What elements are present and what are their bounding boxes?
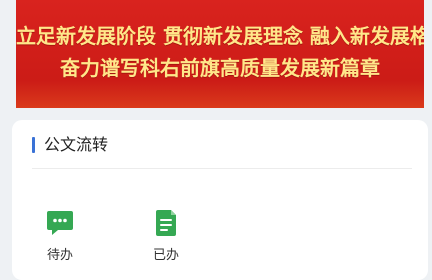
section-header: 公文流转 bbox=[32, 134, 392, 156]
document-flow-card: 公文流转 待办 已办 bbox=[12, 120, 428, 280]
chat-bubble-icon bbox=[47, 211, 73, 235]
done-item[interactable]: 已办 bbox=[136, 208, 196, 263]
pending-item[interactable]: 待办 bbox=[30, 208, 90, 263]
section-title: 公文流转 bbox=[44, 135, 109, 154]
done-label: 已办 bbox=[152, 248, 179, 263]
banner: 立足新发展阶段 贯彻新发展理念 融入新发展格局 奋力谱写科右前旗高质量发展新篇章 bbox=[16, 0, 424, 108]
section-accent-bar bbox=[32, 137, 35, 153]
pending-label: 待办 bbox=[46, 248, 73, 263]
document-icon bbox=[156, 210, 176, 236]
banner-slogan-line1: 立足新发展阶段 贯彻新发展理念 融入新发展格局 bbox=[16, 24, 424, 48]
divider bbox=[32, 168, 412, 169]
banner-slogan-line2: 奋力谱写科右前旗高质量发展新篇章 bbox=[60, 56, 380, 80]
